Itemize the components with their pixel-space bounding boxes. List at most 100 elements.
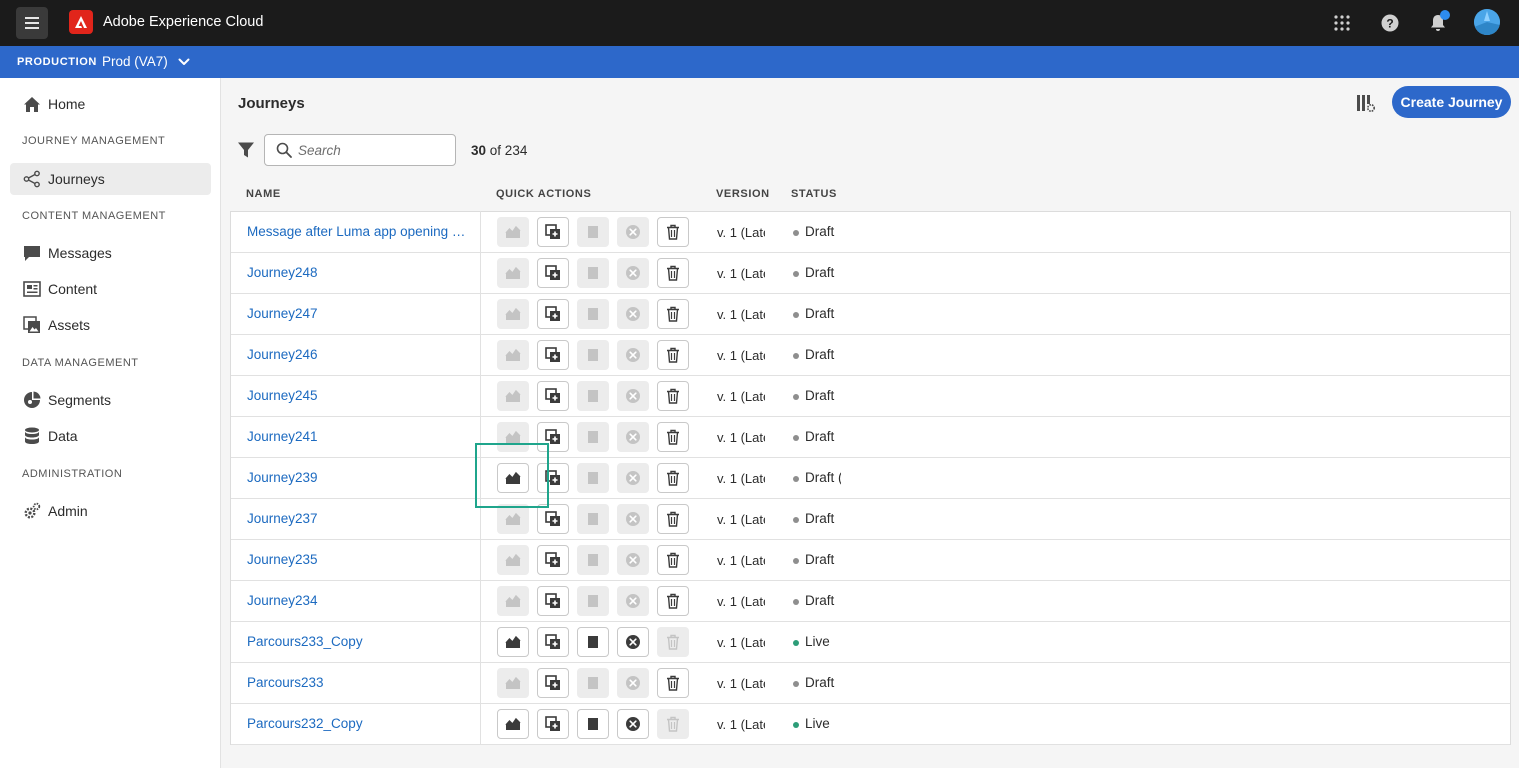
menu-icon[interactable] <box>16 7 48 39</box>
report-action-button[interactable] <box>497 381 529 411</box>
filter-icon[interactable] <box>237 141 255 159</box>
stop-action-button[interactable] <box>577 504 609 534</box>
table-row[interactable]: Journey248 v. 1 (Late Draft <box>231 253 1510 294</box>
delete-action-button[interactable] <box>657 299 689 329</box>
column-header-version[interactable]: VERSION <box>716 188 770 200</box>
close-action-button[interactable] <box>617 709 649 739</box>
stop-action-button[interactable] <box>577 463 609 493</box>
close-action-button[interactable] <box>617 504 649 534</box>
stop-action-button[interactable] <box>577 217 609 247</box>
sandbox-selector[interactable]: Prod (VA7) <box>102 54 168 69</box>
delete-action-button[interactable] <box>657 627 689 657</box>
sidebar-item-home[interactable]: Home <box>10 88 211 120</box>
close-action-button[interactable] <box>617 340 649 370</box>
duplicate-action-button[interactable] <box>537 299 569 329</box>
duplicate-action-button[interactable] <box>537 340 569 370</box>
report-action-button[interactable] <box>497 586 529 616</box>
stop-action-button[interactable] <box>577 381 609 411</box>
delete-action-button[interactable] <box>657 709 689 739</box>
table-row[interactable]: Parcours232_Copy v. 1 (Late Live <box>231 704 1510 745</box>
delete-action-button[interactable] <box>657 545 689 575</box>
table-row[interactable]: Journey239 v. 1 (Late Draft ( <box>231 458 1510 499</box>
journey-name-link[interactable]: Parcours232_Copy <box>247 716 363 731</box>
close-action-button[interactable] <box>617 381 649 411</box>
stop-action-button[interactable] <box>577 668 609 698</box>
close-action-button[interactable] <box>617 545 649 575</box>
apps-grid-icon[interactable] <box>1329 10 1355 36</box>
report-action-button[interactable] <box>497 217 529 247</box>
column-header-status[interactable]: STATUS <box>791 188 837 200</box>
journey-name-link[interactable]: Journey246 <box>247 347 318 362</box>
table-row[interactable]: Journey241 v. 1 (Late Draft <box>231 417 1510 458</box>
delete-action-button[interactable] <box>657 217 689 247</box>
report-action-button[interactable] <box>497 258 529 288</box>
sidebar-item-messages[interactable]: Messages <box>10 237 211 269</box>
delete-action-button[interactable] <box>657 668 689 698</box>
delete-action-button[interactable] <box>657 463 689 493</box>
sidebar-item-data[interactable]: Data <box>10 420 211 452</box>
duplicate-action-button[interactable] <box>537 545 569 575</box>
report-action-button[interactable] <box>497 709 529 739</box>
delete-action-button[interactable] <box>657 586 689 616</box>
bell-icon[interactable] <box>1425 10 1451 36</box>
stop-action-button[interactable] <box>577 340 609 370</box>
stop-action-button[interactable] <box>577 299 609 329</box>
journey-name-link[interactable]: Journey241 <box>247 429 318 444</box>
close-action-button[interactable] <box>617 258 649 288</box>
search-input[interactable] <box>298 142 438 158</box>
journey-name-link[interactable]: Journey248 <box>247 265 318 280</box>
report-action-button[interactable] <box>497 627 529 657</box>
stop-action-button[interactable] <box>577 709 609 739</box>
table-row[interactable]: Journey247 v. 1 (Late Draft <box>231 294 1510 335</box>
close-action-button[interactable] <box>617 627 649 657</box>
journey-name-link[interactable]: Parcours233 <box>247 675 324 690</box>
duplicate-action-button[interactable] <box>537 586 569 616</box>
duplicate-action-button[interactable] <box>537 217 569 247</box>
avatar[interactable] <box>1474 9 1500 35</box>
delete-action-button[interactable] <box>657 381 689 411</box>
table-row[interactable]: Parcours233 v. 1 (Late Draft <box>231 663 1510 704</box>
report-action-button[interactable] <box>497 668 529 698</box>
report-action-button[interactable] <box>497 504 529 534</box>
stop-action-button[interactable] <box>577 545 609 575</box>
delete-action-button[interactable] <box>657 258 689 288</box>
report-action-button[interactable] <box>497 545 529 575</box>
journey-name-link[interactable]: Journey237 <box>247 511 318 526</box>
sidebar-item-segments[interactable]: Segments <box>10 384 211 416</box>
close-action-button[interactable] <box>617 586 649 616</box>
table-row[interactable]: Journey245 v. 1 (Late Draft <box>231 376 1510 417</box>
table-row[interactable]: Message after Luma app opening an... v. 1… <box>231 212 1510 253</box>
table-row[interactable]: Journey237 v. 1 (Late Draft <box>231 499 1510 540</box>
sidebar-item-admin[interactable]: Admin <box>10 495 211 527</box>
stop-action-button[interactable] <box>577 258 609 288</box>
duplicate-action-button[interactable] <box>537 381 569 411</box>
journey-name-link[interactable]: Journey247 <box>247 306 318 321</box>
sidebar-item-assets[interactable]: Assets <box>10 309 211 341</box>
table-row[interactable]: Parcours233_Copy v. 1 (Late Live <box>231 622 1510 663</box>
table-row[interactable]: Journey246 v. 1 (Late Draft <box>231 335 1510 376</box>
duplicate-action-button[interactable] <box>537 463 569 493</box>
adobe-logo[interactable] <box>69 10 93 34</box>
duplicate-action-button[interactable] <box>537 422 569 452</box>
report-action-button[interactable] <box>497 299 529 329</box>
close-action-button[interactable] <box>617 422 649 452</box>
column-settings-icon[interactable] <box>1356 93 1376 113</box>
stop-action-button[interactable] <box>577 586 609 616</box>
journey-name-link[interactable]: Journey245 <box>247 388 318 403</box>
sidebar-item-content[interactable]: Content <box>10 273 211 305</box>
report-action-button[interactable] <box>497 422 529 452</box>
close-action-button[interactable] <box>617 668 649 698</box>
stop-action-button[interactable] <box>577 627 609 657</box>
journey-name-link[interactable]: Journey235 <box>247 552 318 567</box>
table-row[interactable]: Journey235 v. 1 (Late Draft <box>231 540 1510 581</box>
close-action-button[interactable] <box>617 463 649 493</box>
close-action-button[interactable] <box>617 299 649 329</box>
report-action-button[interactable] <box>497 463 529 493</box>
delete-action-button[interactable] <box>657 340 689 370</box>
duplicate-action-button[interactable] <box>537 627 569 657</box>
journey-name-link[interactable]: Parcours233_Copy <box>247 634 363 649</box>
create-journey-button[interactable]: Create Journey <box>1392 86 1511 118</box>
help-icon[interactable]: ? <box>1377 10 1403 36</box>
column-header-name[interactable]: NAME <box>246 188 281 200</box>
table-row[interactable]: Journey234 v. 1 (Late Draft <box>231 581 1510 622</box>
